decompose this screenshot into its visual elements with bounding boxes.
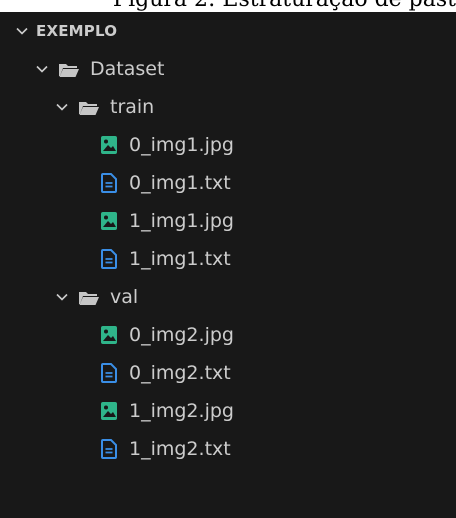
- tree-folder-dataset[interactable]: Dataset: [0, 50, 456, 88]
- text-file-icon: [99, 362, 119, 384]
- image-file-icon: [99, 400, 119, 422]
- tree-folder-val[interactable]: val: [0, 278, 456, 316]
- chevron-down-icon: [54, 289, 70, 305]
- tree-file-0-img1-jpg[interactable]: 0_img1.jpg: [0, 126, 456, 164]
- tree-item-label: 1_img1.txt: [129, 248, 231, 270]
- image-file-icon: [99, 324, 119, 346]
- chevron-down-icon: [14, 23, 30, 39]
- tree-item-label: train: [110, 96, 155, 118]
- text-file-icon: [99, 172, 119, 194]
- tree-file-0-img1-txt[interactable]: 0_img1.txt: [0, 164, 456, 202]
- tree-item-label: 1_img2.txt: [129, 438, 231, 460]
- folder-open-icon: [58, 61, 80, 77]
- tree-item-label: 0_img1.txt: [129, 172, 231, 194]
- folder-open-icon: [78, 99, 100, 115]
- tree-item-label: 0_img1.jpg: [129, 134, 234, 156]
- explorer-root-label: EXEMPLO: [36, 22, 118, 40]
- figure-caption: Figura 2: Estraturação de past: [113, 0, 456, 12]
- folder-open-icon: [78, 289, 100, 305]
- tree-file-1-img1-jpg[interactable]: 1_img1.jpg: [0, 202, 456, 240]
- explorer-root[interactable]: EXEMPLO: [0, 12, 456, 50]
- image-file-icon: [99, 134, 119, 156]
- tree-item-label: 0_img2.jpg: [129, 324, 234, 346]
- tree-file-1-img1-txt[interactable]: 1_img1.txt: [0, 240, 456, 278]
- tree-file-1-img2-jpg[interactable]: 1_img2.jpg: [0, 392, 456, 430]
- text-file-icon: [99, 438, 119, 460]
- tree-file-0-img2-jpg[interactable]: 0_img2.jpg: [0, 316, 456, 354]
- chevron-down-icon: [34, 61, 50, 77]
- file-explorer: EXEMPLO Dataset train 0_img1.jpg 0_img1.…: [0, 12, 456, 518]
- tree-item-label: 0_img2.txt: [129, 362, 231, 384]
- chevron-down-icon: [54, 99, 70, 115]
- tree-item-label: 1_img2.jpg: [129, 400, 234, 422]
- image-file-icon: [99, 210, 119, 232]
- tree-file-1-img2-txt[interactable]: 1_img2.txt: [0, 430, 456, 468]
- tree-folder-train[interactable]: train: [0, 88, 456, 126]
- figure-caption-strip: Figura 2: Estraturação de past: [0, 0, 456, 12]
- text-file-icon: [99, 248, 119, 270]
- tree-item-label: Dataset: [90, 58, 165, 80]
- tree-file-0-img2-txt[interactable]: 0_img2.txt: [0, 354, 456, 392]
- tree-item-label: val: [110, 286, 139, 308]
- tree-item-label: 1_img1.jpg: [129, 210, 234, 232]
